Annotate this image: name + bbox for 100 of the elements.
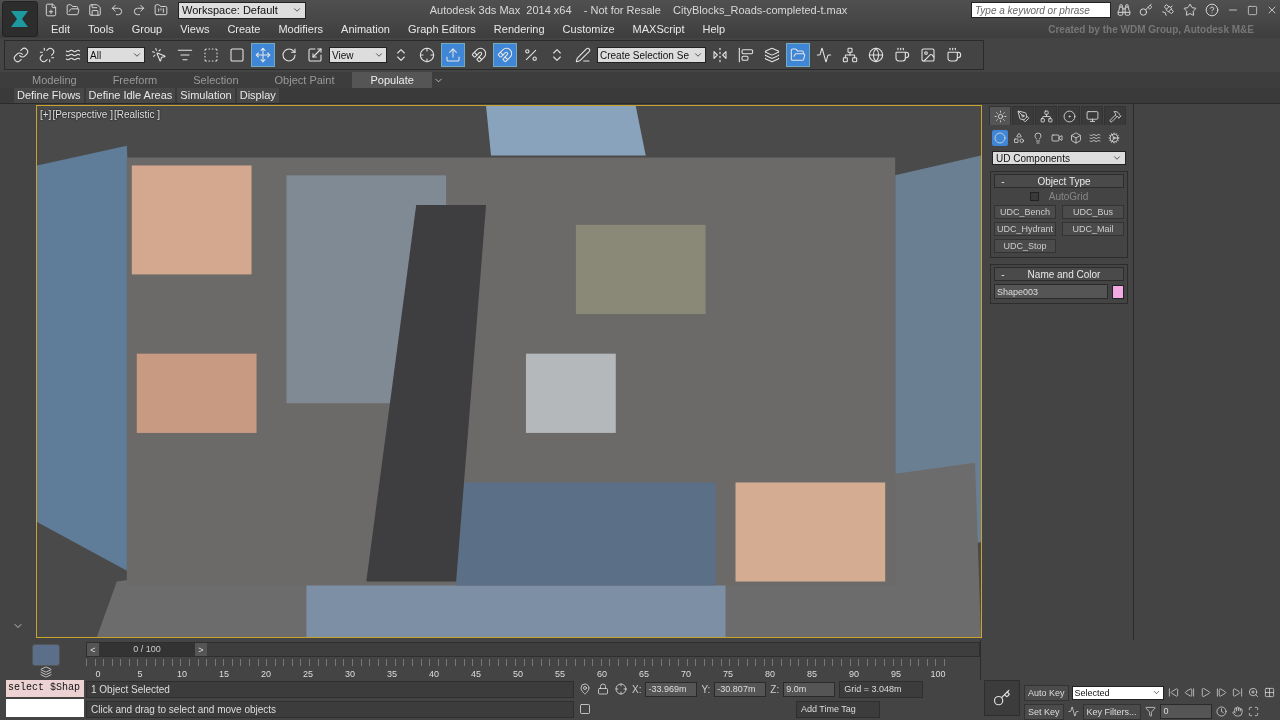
target-tab[interactable]: [1058, 106, 1080, 125]
ribbon-panel[interactable]: Define Flows: [14, 88, 84, 103]
object-type-button[interactable]: UDC_Bench: [994, 205, 1056, 219]
object-name-field[interactable]: Shape003: [994, 284, 1108, 299]
next-key-button[interactable]: [1214, 687, 1228, 698]
viewport-label[interactable]: [Perspective ]: [52, 109, 113, 120]
go-to-start-button[interactable]: [1166, 687, 1180, 698]
hierarchy-tab[interactable]: [1035, 106, 1057, 125]
time-configuration-button[interactable]: [1214, 706, 1228, 717]
previous-key-button[interactable]: [1182, 687, 1196, 698]
key-mode-dropdown[interactable]: Selected: [1071, 685, 1164, 700]
image-icon: [919, 47, 936, 63]
binoculars-button[interactable]: [1115, 1, 1133, 19]
object-color-swatch[interactable]: [1112, 284, 1124, 299]
time-slider[interactable]: < 0 / 100 >: [87, 643, 207, 656]
shapes-category-button[interactable]: [1011, 130, 1027, 146]
object-type-button[interactable]: UDC_Stop: [994, 239, 1056, 253]
gear-category-button[interactable]: [1106, 130, 1122, 146]
curve-icon: [1067, 706, 1079, 717]
transform-mode-button[interactable]: [614, 683, 628, 695]
frame-number: 25: [303, 669, 313, 679]
maximize-viewport-button[interactable]: [1246, 706, 1260, 717]
coordinate-field[interactable]: -33.969m: [645, 681, 698, 697]
search-field[interactable]: Type a keyword or phrase: [971, 2, 1111, 18]
link-icon: [13, 47, 29, 63]
workspace-dropdown[interactable]: Workspace: Default: [178, 1, 306, 19]
toolbar-dropdown[interactable]: All: [87, 47, 145, 63]
save-button[interactable]: [86, 1, 104, 19]
menu-item[interactable]: MAXScript: [623, 23, 694, 35]
coordinate-field[interactable]: -30.807m: [714, 681, 767, 697]
ribbon-panel[interactable]: Display: [236, 88, 279, 103]
ribbon-tab[interactable]: Populate: [352, 72, 432, 88]
key-filters-button[interactable]: Key Filters...: [1082, 703, 1141, 720]
ribbon-panel[interactable]: Define Idle Areas: [85, 88, 176, 103]
selection-lock-button[interactable]: [596, 683, 610, 695]
star-icon: [1183, 3, 1197, 17]
menu-item[interactable]: Views: [171, 23, 219, 35]
hammer-tab[interactable]: [1104, 106, 1126, 125]
ribbon-panel[interactable]: Simulation: [177, 88, 235, 103]
satellite-button[interactable]: [1159, 1, 1177, 19]
key-button[interactable]: [1137, 1, 1155, 19]
menu-item[interactable]: Help: [693, 23, 735, 35]
maxscript-input-field[interactable]: [6, 699, 84, 717]
set-key-button[interactable]: Set Key: [1024, 703, 1064, 720]
adaptive-degradation-button[interactable]: [578, 703, 592, 715]
viewport-label[interactable]: [Realistic ]: [114, 109, 161, 120]
zoom-all-button[interactable]: [1262, 687, 1276, 698]
frame-number: 5: [137, 669, 143, 679]
viewport[interactable]: [+][Perspective ][Realistic ]: [36, 105, 982, 638]
default-key-button[interactable]: [984, 680, 1020, 716]
menu-item[interactable]: Rendering: [484, 23, 554, 35]
add-time-tag-field[interactable]: Add Time Tag: [796, 700, 880, 718]
previous-frame-button[interactable]: <: [87, 643, 99, 656]
rollout-header[interactable]: - Name and Color: [994, 267, 1124, 281]
coordinate-field[interactable]: 9.0m: [783, 681, 836, 697]
object-type-button[interactable]: UDC_Mail: [1062, 222, 1124, 236]
favorites-button[interactable]: [1181, 1, 1199, 19]
key-curve-button[interactable]: [1066, 706, 1080, 717]
menu-item[interactable]: Customize: [553, 23, 624, 35]
menu-item[interactable]: Group: [122, 23, 172, 35]
toolbar-dropdown[interactable]: View: [329, 47, 387, 63]
frame-number: 50: [513, 669, 523, 679]
folder-button[interactable]: [785, 43, 810, 67]
rollout-header[interactable]: - Object Type: [994, 174, 1124, 188]
viewport-label[interactable]: [+]: [40, 109, 52, 120]
current-frame-field[interactable]: 0: [1159, 704, 1212, 719]
track-bar-button[interactable]: [39, 666, 53, 678]
ribbon-tab[interactable]: Modeling: [14, 72, 95, 88]
pen-tool-tab[interactable]: [1012, 106, 1034, 125]
next-frame-button[interactable]: >: [195, 643, 207, 656]
autogrid-checkbox[interactable]: [1029, 192, 1039, 201]
frame-number: 20: [261, 669, 271, 679]
menu-item[interactable]: Modifiers: [269, 23, 333, 35]
frame-number: 10: [177, 669, 187, 679]
ribbon-tab[interactable]: Selection: [175, 72, 257, 88]
menu-item[interactable]: Tools: [78, 23, 123, 35]
ribbon-tab[interactable]: Freeform: [94, 72, 176, 88]
key-mode-toggle-button[interactable]: [1143, 706, 1157, 717]
menu-item[interactable]: Animation: [332, 23, 399, 35]
menu-item[interactable]: Graph Editors: [398, 23, 485, 35]
go-to-end-button[interactable]: [1230, 687, 1244, 698]
isolate-button[interactable]: [578, 683, 592, 695]
menu-item[interactable]: Edit: [42, 23, 79, 35]
box-category-button[interactable]: [1068, 130, 1084, 146]
auto-key-button[interactable]: Auto Key: [1024, 684, 1069, 701]
object-type-button[interactable]: UDC_Hydrant: [994, 222, 1056, 236]
menu-item[interactable]: Create: [218, 23, 270, 35]
application-button[interactable]: [2, 1, 38, 37]
zoom-button[interactable]: [1246, 687, 1260, 698]
ribbon-tab[interactable]: Object Paint: [256, 72, 353, 88]
toolbar-dropdown[interactable]: Create Selection Se: [597, 47, 706, 63]
frame-number: 60: [597, 669, 607, 679]
object-type-button[interactable]: UDC_Bus: [1062, 205, 1124, 219]
pan-button[interactable]: [1230, 706, 1244, 717]
time-slider-track[interactable]: < 0 / 100 >: [86, 642, 980, 657]
help-button[interactable]: [1203, 1, 1221, 19]
sun-tab[interactable]: [989, 106, 1011, 125]
maxscript-listener-field[interactable]: select $Shap: [6, 680, 84, 697]
category-dropdown[interactable]: UD Components: [992, 151, 1126, 165]
monitor-tab[interactable]: [1081, 106, 1103, 125]
